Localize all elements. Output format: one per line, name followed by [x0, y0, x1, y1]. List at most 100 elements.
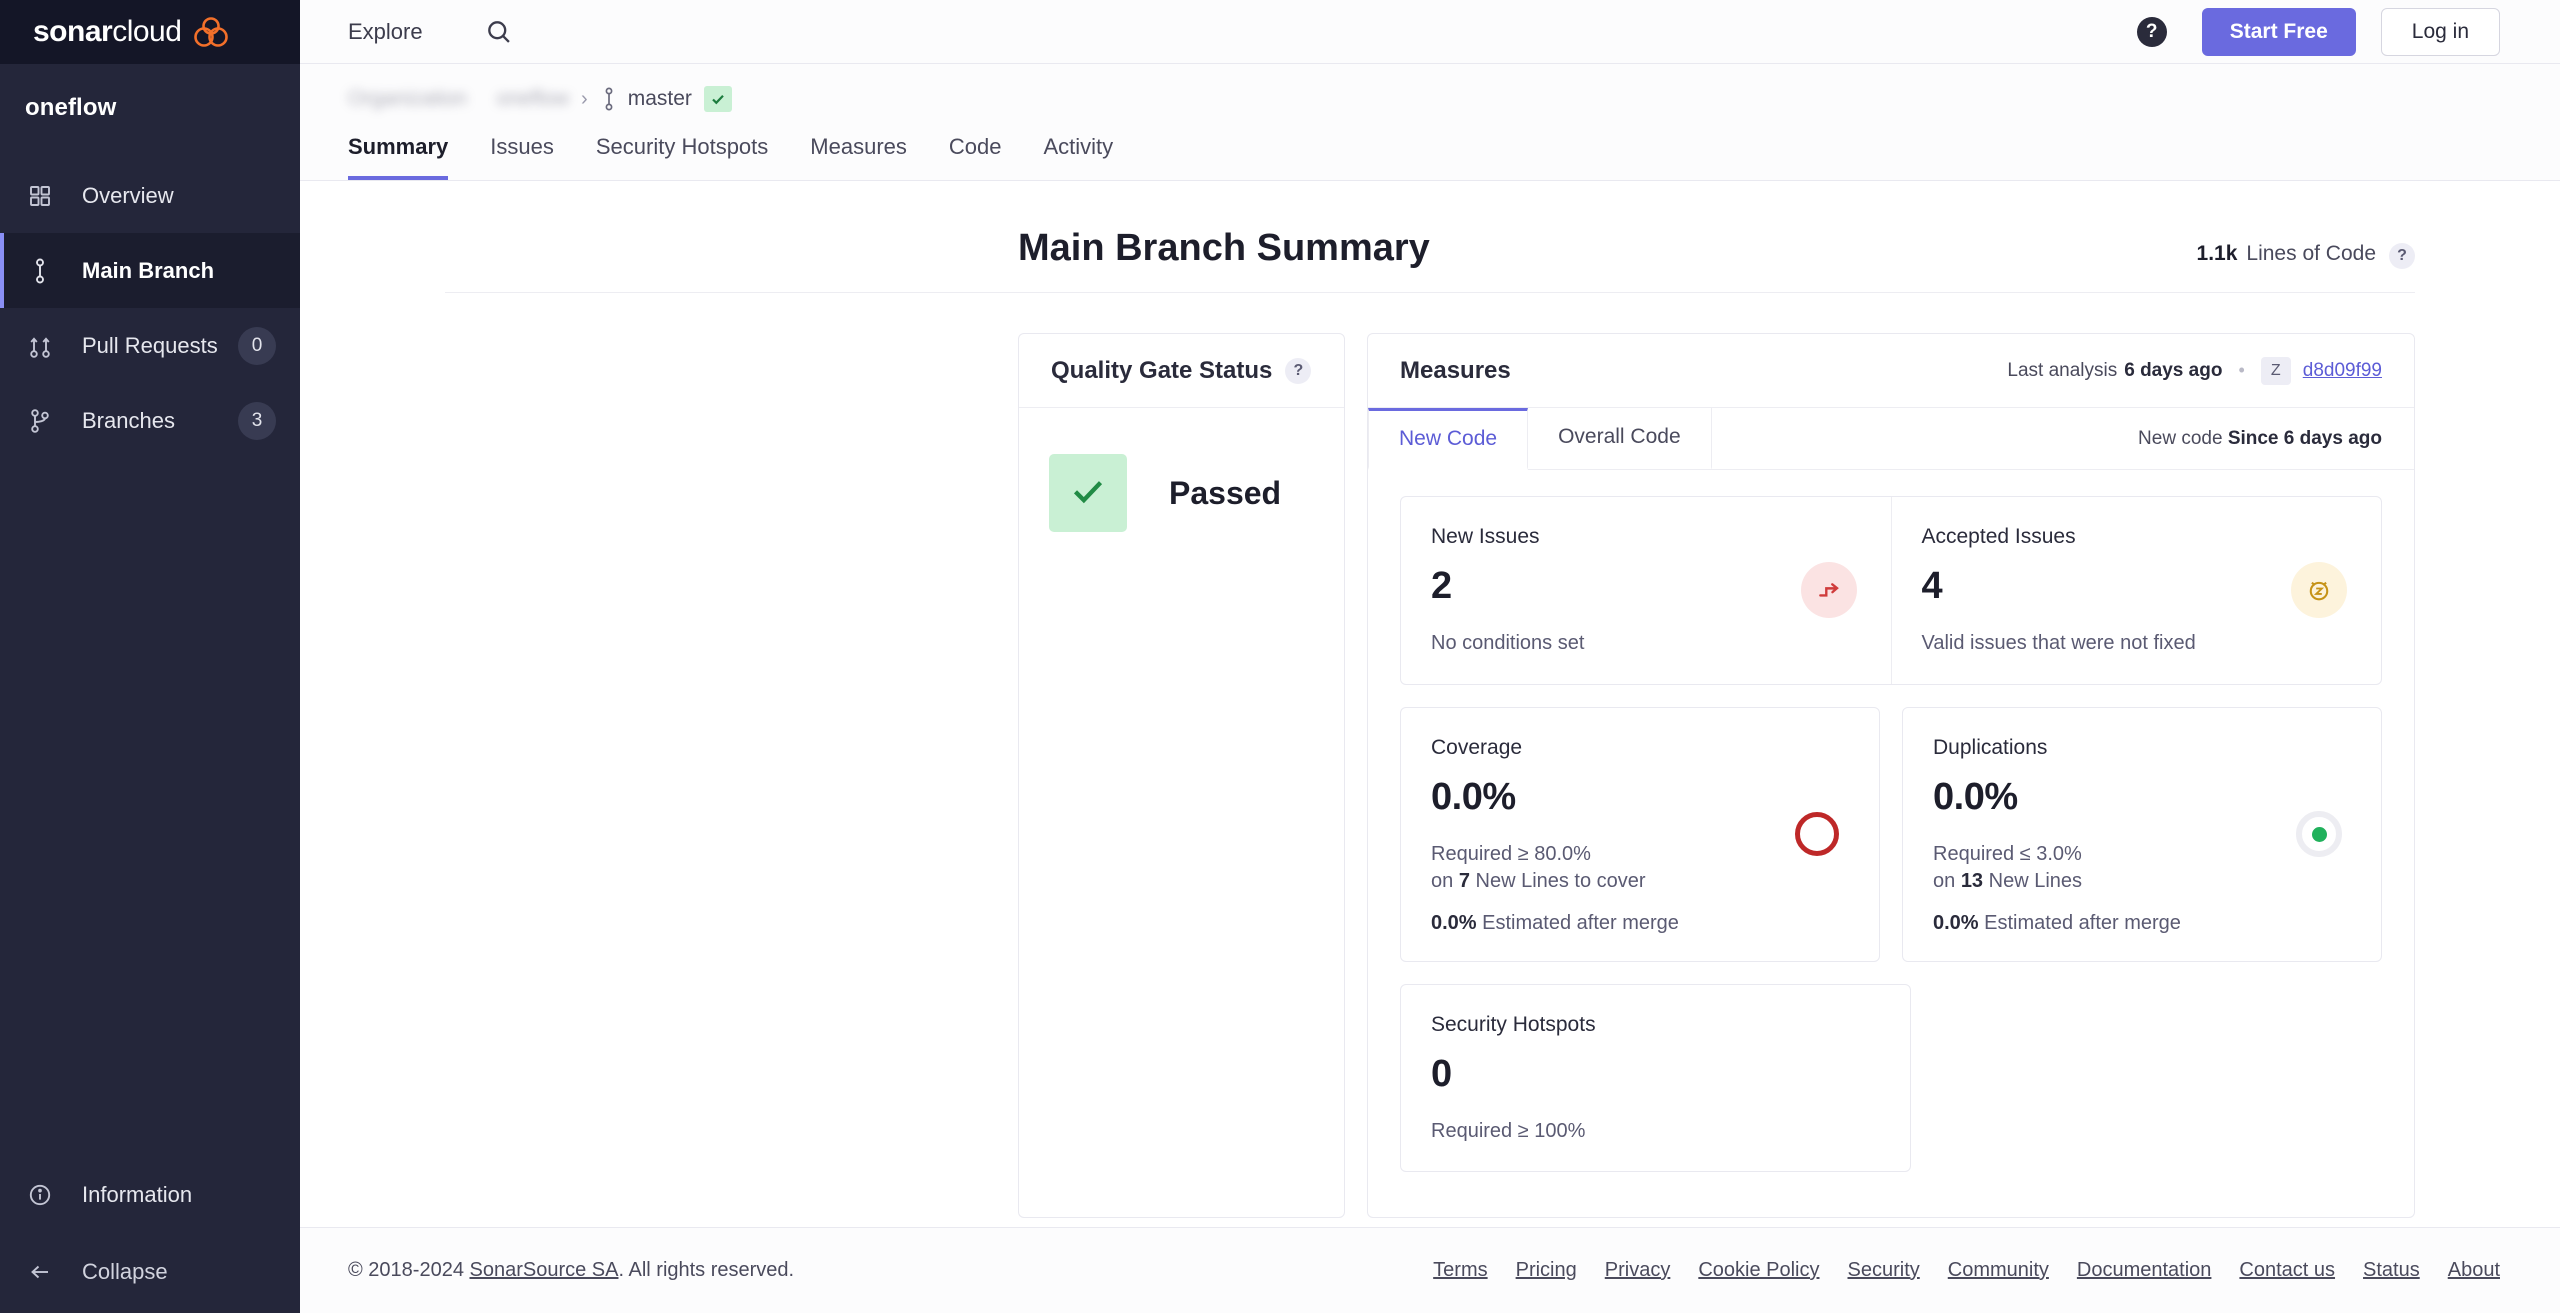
breadcrumb-branch-name[interactable]: master — [628, 87, 692, 111]
footer-link-contact-us[interactable]: Contact us — [2239, 1259, 2335, 1282]
brand-logo-text: sonarcloud — [33, 15, 182, 49]
start-free-button[interactable]: Start Free — [2201, 7, 2356, 56]
footer-link-status[interactable]: Status — [2363, 1259, 2420, 1282]
duplications-metric[interactable]: Duplications 0.0% Required ≤ 3.0% on 13 … — [1902, 706, 2382, 962]
footer-link-documentation[interactable]: Documentation — [2077, 1259, 2212, 1282]
measures-body: New Issues 2 No conditions set Accepted … — [1368, 470, 2414, 1173]
coverage-new-lines-value: 7 — [1458, 870, 1470, 893]
footer-company-link[interactable]: SonarSource SA — [470, 1259, 619, 1281]
sidebar: sonarcloud oneflow Overview Main Branch … — [0, 0, 300, 1313]
duplications-value: 0.0% — [1933, 775, 2018, 818]
breadcrumb-project[interactable]: oneflow — [497, 87, 569, 111]
help-icon[interactable]: ? — [2136, 16, 2167, 47]
footer-link-community[interactable]: Community — [1948, 1259, 2049, 1282]
brand-light: cloud — [112, 15, 182, 48]
lines-of-code-help-icon[interactable]: ? — [2389, 243, 2415, 269]
search-icon[interactable] — [485, 18, 513, 46]
sidebar-item-main-branch[interactable]: Main Branch — [0, 233, 300, 308]
topbar: Explore ? Start Free Log in — [300, 0, 2560, 64]
page-header: Main Branch Summary 1.1k Lines of Code ? — [445, 181, 2415, 293]
tab-new-code[interactable]: New Code — [1368, 408, 1529, 470]
duplications-on-suffix: New Lines — [1988, 870, 2083, 893]
security-hotspots-metric[interactable]: Security Hotspots 0 Required ≥ 100% — [1400, 983, 1911, 1173]
duplications-requirement: Required ≤ 3.0% on 13 New Lines — [1933, 841, 2351, 896]
login-button[interactable]: Log in — [2380, 7, 2500, 56]
panels: Quality Gate Status ? Passed Measures La… — [445, 333, 2415, 1218]
tab-activity[interactable]: Activity — [1043, 134, 1113, 180]
duplications-on-prefix: on — [1933, 870, 1956, 893]
quality-gate-status-text: Passed — [1169, 474, 1282, 511]
tab-code[interactable]: Code — [949, 134, 1002, 180]
new-code-period: New code Since 6 days ago — [2138, 428, 2382, 450]
new-code-period-value: Since 6 days ago — [2227, 427, 2382, 449]
coverage-ring — [1795, 812, 1839, 857]
brand-header[interactable]: sonarcloud — [0, 0, 300, 64]
metrics-row-hotspots: Security Hotspots 0 Required ≥ 100% — [1400, 983, 2382, 1173]
footer-link-privacy[interactable]: Privacy — [1605, 1259, 1671, 1282]
tab-summary[interactable]: Summary — [348, 134, 449, 180]
branch-icon — [25, 258, 55, 284]
measures-header: Measures Last analysis 6 days ago • Z d8… — [1368, 334, 2414, 408]
sidebar-item-pull-requests[interactable]: Pull Requests 0 — [0, 308, 300, 383]
footer-link-terms[interactable]: Terms — [1433, 1259, 1487, 1282]
measures-card: Measures Last analysis 6 days ago • Z d8… — [1367, 333, 2415, 1218]
footer: © 2018-2024 SonarSource SA. All rights r… — [300, 1227, 2560, 1313]
tab-overall-code[interactable]: Overall Code — [1528, 407, 1712, 470]
sidebar-collapse-button[interactable]: Collapse — [0, 1231, 300, 1313]
metrics-row-issues: New Issues 2 No conditions set Accepted … — [1400, 496, 2382, 685]
info-icon — [25, 1183, 55, 1207]
accepted-issues-note: Valid issues that were not fixed — [1921, 632, 2196, 654]
explore-link[interactable]: Explore — [348, 19, 423, 45]
sidebar-item-branches[interactable]: Branches 3 — [0, 383, 300, 458]
duplications-ring — [2296, 811, 2342, 858]
accepted-issues-label: Accepted Issues — [1921, 525, 2076, 548]
sidebar-item-label: Information — [82, 1182, 193, 1207]
quality-gate-help-icon[interactable]: ? — [1285, 357, 1312, 384]
sidebar-item-label: Branches — [82, 407, 175, 433]
tab-issues[interactable]: Issues — [490, 134, 554, 180]
security-hotspots-requirement: Required ≥ 100% — [1431, 1119, 1586, 1142]
sidebar-item-label: Overview — [82, 182, 174, 208]
content-inner: Main Branch Summary 1.1k Lines of Code ?… — [445, 181, 2415, 1218]
accepted-issues-value: 4 — [1921, 565, 1943, 607]
last-analysis-info: Last analysis 6 days ago • Z d8d09f99 — [2007, 356, 2382, 385]
breadcrumb-chevron: › — [581, 87, 588, 110]
breadcrumb-separator — [479, 88, 485, 111]
measures-tabs: New Code Overall Code New code Since 6 d… — [1368, 407, 2414, 470]
content: Main Branch Summary 1.1k Lines of Code ?… — [300, 181, 2560, 1227]
tab-measures[interactable]: Measures — [810, 134, 907, 180]
sidebar-bottom: Information Collapse — [0, 1159, 300, 1313]
coverage-value: 0.0% — [1431, 775, 1516, 818]
quality-gate-card: Quality Gate Status ? Passed — [1018, 333, 1345, 1218]
footer-link-cookie-policy[interactable]: Cookie Policy — [1698, 1259, 1819, 1282]
new-issues-note: No conditions set — [1431, 632, 1585, 654]
accepted-issues-metric[interactable]: Accepted Issues 4 Valid issues that were… — [1890, 497, 2382, 684]
branches-icon — [25, 408, 55, 434]
footer-link-pricing[interactable]: Pricing — [1516, 1259, 1577, 1282]
commit-icon: Z — [2260, 356, 2291, 385]
branch-status-badge — [703, 86, 732, 112]
sidebar-item-label: Pull Requests — [82, 332, 218, 358]
new-issues-label: New Issues — [1431, 525, 1540, 548]
sonar-logo-icon — [192, 17, 230, 47]
commit-hash-link[interactable]: d8d09f99 — [2303, 360, 2382, 382]
coverage-required-text: Required ≥ 80.0% — [1431, 842, 1591, 865]
footer-copyright: © 2018-2024 SonarSource SA. All rights r… — [348, 1259, 794, 1282]
tab-security-hotspots[interactable]: Security Hotspots — [596, 134, 768, 180]
grid-icon — [25, 184, 55, 208]
last-analysis-value: 6 days ago — [2124, 359, 2223, 381]
failed-ring-icon — [1789, 806, 1845, 862]
footer-link-about[interactable]: About — [2448, 1259, 2500, 1282]
sidebar-project-name: oneflow — [25, 94, 117, 121]
breadcrumb-organization[interactable]: Organization — [348, 87, 467, 111]
app-root: sonarcloud oneflow Overview Main Branch … — [0, 0, 2560, 1313]
breadcrumb: Organization oneflow › master — [348, 64, 2560, 122]
coverage-metric[interactable]: Coverage 0.0% Required ≥ 80.0% on 7 New … — [1400, 706, 1880, 962]
sidebar-item-information[interactable]: Information — [0, 1159, 300, 1231]
new-issues-metric[interactable]: New Issues 2 No conditions set — [1401, 497, 1891, 684]
branches-count-badge: 3 — [238, 401, 276, 440]
collapse-label: Collapse — [82, 1259, 168, 1284]
footer-link-security[interactable]: Security — [1848, 1259, 1920, 1282]
security-hotspots-label: Security Hotspots — [1431, 1012, 1596, 1036]
sidebar-item-overview[interactable]: Overview — [0, 158, 300, 233]
